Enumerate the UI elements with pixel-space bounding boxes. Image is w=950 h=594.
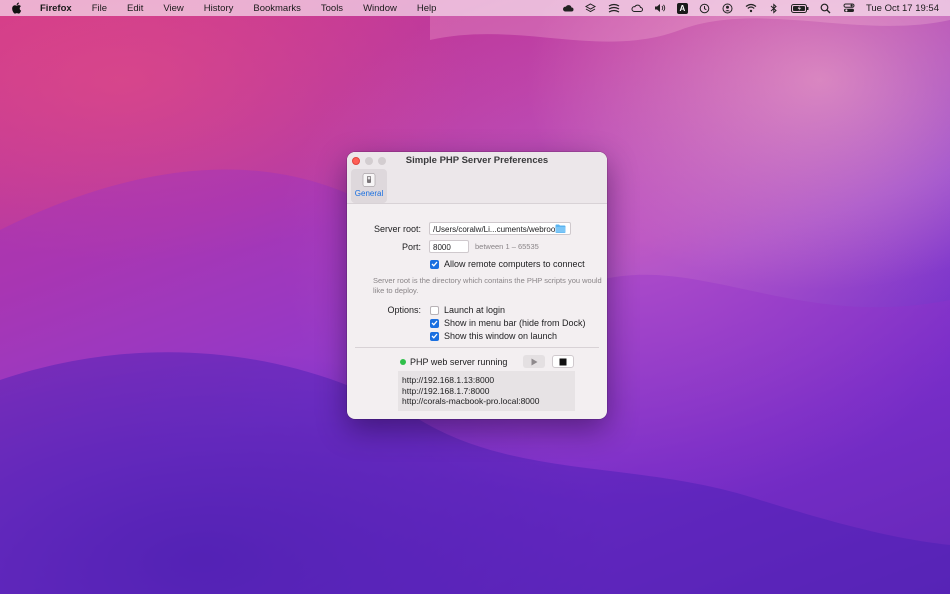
menu-clock[interactable]: Tue Oct 17 19:54 <box>866 3 939 14</box>
server-root-field[interactable]: /Users/coralw/Li...cuments/webroot <box>429 222 571 235</box>
menu-app-name[interactable]: Firefox <box>40 3 72 14</box>
menu-help[interactable]: Help <box>417 3 437 14</box>
show-window-on-launch-checkbox[interactable] <box>430 331 439 341</box>
server-url[interactable]: http://192.168.1.13:8000 <box>402 375 571 386</box>
bluetooth-icon[interactable] <box>768 2 780 14</box>
separator <box>355 347 599 348</box>
play-icon <box>531 358 537 365</box>
port-field[interactable]: 8000 <box>429 240 469 253</box>
window-title: Simple PHP Server Preferences <box>405 155 549 166</box>
stop-icon <box>559 358 567 365</box>
server-root-value: /Users/coralw/Li...cuments/webroot <box>433 225 558 234</box>
layers-icon[interactable] <box>585 2 597 14</box>
checkmark-icon <box>431 261 438 267</box>
time-machine-icon[interactable] <box>699 2 711 14</box>
allow-remote-label: Allow remote computers to connect <box>444 259 585 269</box>
server-url[interactable]: http://192.168.1.7:8000 <box>402 386 571 397</box>
port-label: Port: <box>401 242 421 252</box>
menu-window[interactable]: Window <box>363 3 397 14</box>
status-area: A Tue Oct 17 19:54 <box>551 0 939 16</box>
user-icon[interactable] <box>722 2 734 14</box>
tab-general[interactable]: General <box>351 169 387 203</box>
checkmark-icon <box>431 320 438 326</box>
battery-icon[interactable] <box>790 2 809 14</box>
allow-remote-checkbox[interactable] <box>430 259 439 269</box>
text-input-icon[interactable]: A <box>676 2 688 14</box>
port-hint: between 1 – 65535 <box>475 242 539 251</box>
server-status: PHP web server running <box>400 357 507 367</box>
preferences-window: Simple PHP Server Preferences General Se… <box>347 152 607 419</box>
folder-icon[interactable] <box>555 224 566 235</box>
stop-server-button[interactable] <box>552 355 574 368</box>
volume-icon[interactable] <box>654 2 666 14</box>
port-value: 8000 <box>433 243 451 252</box>
show-in-menu-bar-label: Show in menu bar (hide from Dock) <box>444 318 586 328</box>
tab-general-label: General <box>354 189 384 198</box>
option-launch-at-login[interactable]: Launch at login <box>430 305 505 315</box>
menu-tools[interactable]: Tools <box>321 3 343 14</box>
menu-history[interactable]: History <box>204 3 234 14</box>
launch-at-login-label: Launch at login <box>444 305 506 315</box>
options-label: Options: <box>387 305 421 315</box>
input-source-letter: A <box>679 3 686 13</box>
switch-icon <box>362 173 376 187</box>
server-url[interactable]: http://corals-macbook-pro.local:8000 <box>402 396 571 407</box>
menu-bookmarks[interactable]: Bookmarks <box>253 3 301 14</box>
launch-at-login-checkbox[interactable] <box>430 305 439 315</box>
menu-view[interactable]: View <box>163 3 183 14</box>
menu-bar: Firefox File Edit View History Bookmarks… <box>0 0 950 16</box>
show-window-on-launch-label: Show this window on launch <box>444 331 558 341</box>
server-url-list: http://192.168.1.13:8000 http://192.168.… <box>398 371 575 411</box>
server-root-label: Server root: <box>373 224 421 234</box>
window-titlebar[interactable]: Simple PHP Server Preferences General <box>347 152 607 204</box>
menu-file[interactable]: File <box>92 3 107 14</box>
cloud-icon[interactable] <box>562 2 574 14</box>
apple-menu-icon[interactable] <box>11 2 27 14</box>
search-icon[interactable] <box>820 2 832 14</box>
control-center-icon[interactable] <box>843 2 855 14</box>
show-in-menu-bar-checkbox[interactable] <box>430 318 439 328</box>
status-indicator <box>400 359 406 365</box>
checkmark-icon <box>431 333 438 339</box>
start-server-button[interactable] <box>523 355 545 368</box>
menu-edit[interactable]: Edit <box>127 3 143 14</box>
server-root-description: Server root is the directory which conta… <box>373 276 602 295</box>
server-status-text: PHP web server running <box>410 357 508 367</box>
option-show-window-on-launch[interactable]: Show this window on launch <box>430 331 557 341</box>
wifi-icon[interactable] <box>745 2 757 14</box>
cloud-icon[interactable] <box>631 2 643 14</box>
allow-remote-row[interactable]: Allow remote computers to connect <box>430 259 585 269</box>
stripes-icon[interactable] <box>608 2 620 14</box>
option-show-in-menu-bar[interactable]: Show in menu bar (hide from Dock) <box>430 318 586 328</box>
